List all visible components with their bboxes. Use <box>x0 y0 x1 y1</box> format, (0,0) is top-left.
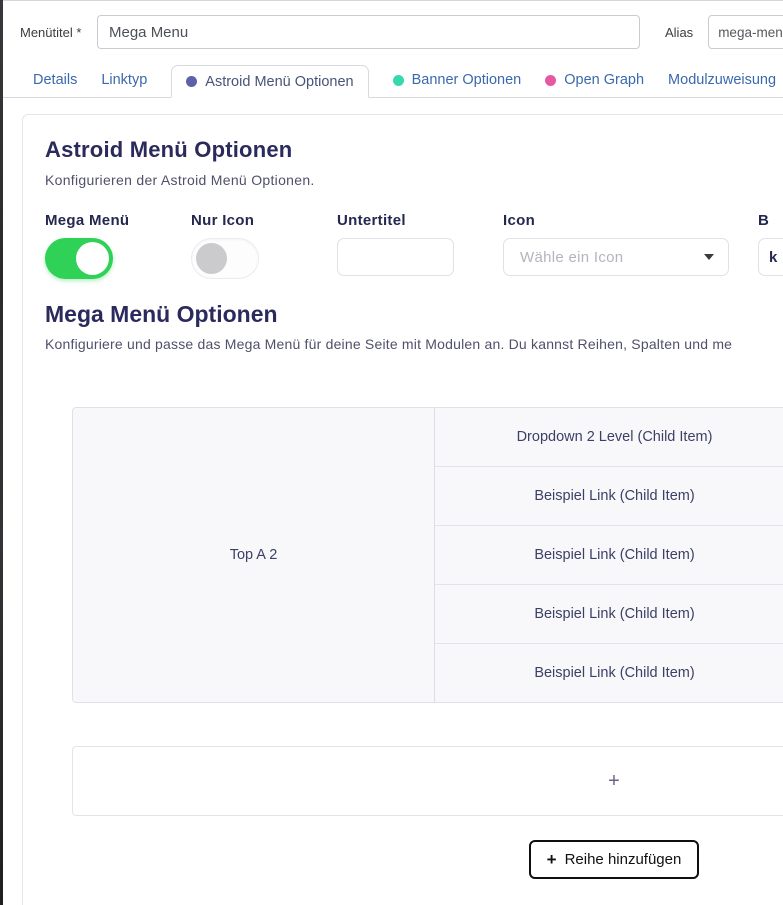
tab-modulzuweisung[interactable]: Modulzuweisung <box>668 65 776 97</box>
child-item-cell[interactable]: Beispiel Link (Child Item) <box>435 526 783 585</box>
alias-label: Alias <box>665 25 693 40</box>
sidebar-edge <box>0 0 3 905</box>
menu-title-input[interactable] <box>97 15 640 49</box>
mega-menu-label: Mega Menü <box>45 212 191 229</box>
icon-only-label: Nur Icon <box>191 212 337 229</box>
mega-menu-toggle[interactable] <box>45 238 113 279</box>
toggle-knob <box>76 242 109 275</box>
add-row-button-label: Reihe hinzufügen <box>565 851 682 868</box>
icon-label: Icon <box>503 212 758 229</box>
title-alias-row: Menütitel * Alias <box>3 15 783 49</box>
toggle-knob <box>196 243 227 274</box>
tab-details[interactable]: Details <box>33 65 77 97</box>
icon-select[interactable]: Wähle ein Icon <box>503 238 729 276</box>
badge-value: k <box>769 249 777 266</box>
mega-menu-options-description: Konfiguriere und passe das Mega Menü für… <box>45 336 783 352</box>
field-mega-menu: Mega Menü <box>45 212 191 279</box>
untertitel-label: Untertitel <box>337 212 503 229</box>
add-row-button-row: + Reihe hinzufügen <box>72 840 783 879</box>
tab-bar: Details Linktyp Astroid Menü Optionen Ba… <box>3 65 783 98</box>
tab-label: Open Graph <box>564 72 644 88</box>
menu-title-label: Menütitel * <box>20 25 92 40</box>
icon-select-placeholder: Wähle ein Icon <box>520 249 704 266</box>
add-row-button[interactable]: + Reihe hinzufügen <box>529 840 700 879</box>
panel-title: Astroid Menü Optionen <box>45 137 783 163</box>
badge-select[interactable]: k <box>758 238 783 276</box>
field-badge-clipped: B k <box>758 212 783 279</box>
child-items-column: Dropdown 2 Level (Child Item) Beispiel L… <box>435 408 783 702</box>
mega-menu-row: Top A 2 Dropdown 2 Level (Child Item) Be… <box>72 407 783 703</box>
field-icon-only: Nur Icon <box>191 212 337 279</box>
untertitel-input[interactable] <box>337 238 454 276</box>
alias-input[interactable] <box>708 15 783 49</box>
plus-icon: + <box>547 851 557 868</box>
mega-menu-builder: Top A 2 Dropdown 2 Level (Child Item) Be… <box>72 407 783 879</box>
child-item-cell[interactable]: Dropdown 2 Level (Child Item) <box>435 408 783 467</box>
child-item-cell[interactable]: Beispiel Link (Child Item) <box>435 467 783 526</box>
panel-subtitle: Konfigurieren der Astroid Menü Optionen. <box>45 172 783 188</box>
chevron-down-icon <box>704 254 714 260</box>
tab-dot-icon <box>545 75 556 86</box>
tab-astroid-menu-optionen[interactable]: Astroid Menü Optionen <box>171 65 368 98</box>
tab-label: Astroid Menü Optionen <box>205 74 353 90</box>
child-item-cell[interactable]: Beispiel Link (Child Item) <box>435 585 783 644</box>
badge-label: B <box>758 212 783 229</box>
tab-linktyp[interactable]: Linktyp <box>101 65 147 97</box>
tab-open-graph[interactable]: Open Graph <box>545 65 644 97</box>
add-column-dropzone[interactable]: + <box>72 746 783 816</box>
mega-menu-options-title: Mega Menü Optionen <box>45 301 783 328</box>
astroid-options-panel: Astroid Menü Optionen Konfigurieren der … <box>22 114 783 905</box>
menu-edit-form: Menütitel * Alias Details Linktyp Astroi… <box>3 0 783 905</box>
field-icon: Icon Wähle ein Icon <box>503 212 758 279</box>
tab-banner-optionen[interactable]: Banner Optionen <box>393 65 522 97</box>
parent-item-cell[interactable]: Top A 2 <box>73 408 435 702</box>
tab-dot-icon <box>393 75 404 86</box>
child-item-cell[interactable]: Beispiel Link (Child Item) <box>435 644 783 702</box>
field-untertitel: Untertitel <box>337 212 503 279</box>
plus-icon: + <box>608 770 620 793</box>
tab-dot-icon <box>186 76 197 87</box>
tab-label: Banner Optionen <box>412 72 522 88</box>
options-form-row: Mega Menü Nur Icon Untertitel Icon Wähle… <box>45 212 783 279</box>
icon-only-toggle[interactable] <box>191 238 259 279</box>
